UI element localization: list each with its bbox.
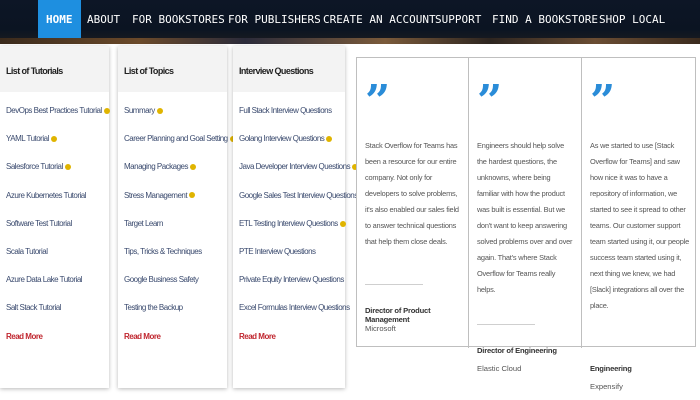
- interview-questions-menu: Interview Questions Full Stack Interview…: [233, 46, 366, 388]
- menu-link[interactable]: Managing Packages: [124, 162, 227, 190]
- badge-icon: [339, 220, 346, 227]
- badge-icon: [50, 136, 57, 143]
- menu-title: Interview Questions: [233, 46, 345, 92]
- read-more-link[interactable]: Read More: [124, 332, 227, 360]
- testimonial-card: ” Stack Overflow for Teams has been a re…: [357, 58, 469, 348]
- menu-link[interactable]: Google Sales Test Interview Questions: [239, 191, 366, 219]
- badge-icon: [190, 164, 196, 171]
- menu-link[interactable]: Testing the Backup: [124, 303, 227, 331]
- menu-link[interactable]: Salesforce Tutorial: [6, 162, 109, 190]
- menu-link[interactable]: Scala Tutorial: [6, 247, 109, 275]
- quote-icon: ”: [477, 76, 503, 127]
- badge-icon: [156, 107, 163, 114]
- testimonial-role: Engineering: [590, 364, 632, 373]
- menu-link[interactable]: PTE Interview Questions: [239, 247, 345, 275]
- nav-about[interactable]: ABOUT: [87, 0, 120, 40]
- badge-icon: [64, 164, 71, 171]
- nav-home[interactable]: HOME: [38, 0, 81, 40]
- testimonial-company: Microsoft: [365, 324, 396, 333]
- nav-support[interactable]: SUPPORT: [435, 0, 481, 40]
- menu-title: List of Tutorials: [0, 46, 109, 92]
- testimonial-company: Expensify: [590, 382, 623, 391]
- menu-link[interactable]: YAML Tutorial: [6, 134, 109, 162]
- menu-link[interactable]: Azure Kubernetes Tutorial: [6, 191, 109, 219]
- quote-icon: ”: [590, 76, 616, 127]
- top-navigation-bar: HOME ABOUT FOR BOOKSTORES FOR PUBLISHERS…: [0, 0, 700, 44]
- menu-link[interactable]: Summary: [124, 106, 227, 134]
- testimonial-quote: As we started to use [Stack Overflow for…: [590, 141, 689, 310]
- nav-for-publishers[interactable]: FOR PUBLISHERS: [228, 0, 321, 40]
- nav-create-account[interactable]: CREATE AN ACCOUNT: [323, 0, 436, 40]
- testimonial-quote: Engineers should help solve the hardest …: [477, 141, 573, 294]
- testimonial-company: Elastic Cloud: [477, 364, 522, 373]
- quote-icon: ”: [365, 76, 391, 127]
- testimonial-role: Director of Engineering: [477, 346, 557, 355]
- read-more-link[interactable]: Read More: [239, 332, 345, 360]
- testimonials-panel: ” Stack Overflow for Teams has been a re…: [356, 57, 696, 392]
- menu-link[interactable]: Career Planning and Goal Setting: [124, 134, 236, 162]
- menu-link[interactable]: Salt Stack Tutorial: [6, 303, 109, 331]
- menu-link[interactable]: Azure Data Lake Tutorial: [6, 275, 109, 303]
- menu-link[interactable]: ETL Testing Interview Questions: [239, 219, 346, 247]
- menu-link[interactable]: Stress Management: [124, 191, 227, 219]
- badge-icon: [189, 192, 196, 199]
- divider: [477, 324, 535, 325]
- testimonial-card: ” Engineers should help solve the hardes…: [469, 58, 582, 373]
- menu-link[interactable]: DevOps Best Practices Tutorial: [6, 106, 110, 134]
- header-image-strip: [0, 38, 700, 44]
- menu-link[interactable]: Software Test Tutorial: [6, 219, 109, 247]
- menu-link[interactable]: Java Developer Interview Questions: [239, 162, 359, 190]
- menu-title: List of Topics: [118, 46, 227, 92]
- nav-for-bookstores[interactable]: FOR BOOKSTORES: [132, 0, 225, 40]
- tutorials-menu: List of Tutorials DevOps Best Practices …: [0, 46, 110, 388]
- menu-link[interactable]: Private Equity Interview Questions: [239, 275, 345, 303]
- testimonial-card: ” As we started to use [Stack Overflow f…: [582, 58, 696, 392]
- testimonial-role: Director of Product Management: [365, 306, 431, 324]
- nav-find-bookstore[interactable]: FIND A BOOKSTORE: [492, 0, 598, 40]
- topics-menu: List of Topics Summary Career Planning a…: [118, 46, 236, 388]
- menu-link[interactable]: Full Stack Interview Questions: [239, 106, 345, 134]
- testimonial-quote: Stack Overflow for Teams has been a reso…: [365, 141, 459, 246]
- menu-link[interactable]: Excel Formulas Interview Questions: [239, 303, 350, 331]
- nav-shop-local[interactable]: SHOP LOCAL: [599, 0, 665, 40]
- menu-link[interactable]: Target Learn: [124, 219, 227, 247]
- menu-link[interactable]: Tips, Tricks & Techniques: [124, 247, 227, 275]
- menu-link[interactable]: Golang Interview Questions: [239, 134, 345, 162]
- badge-icon: [103, 107, 110, 114]
- divider: [365, 284, 423, 285]
- menu-link[interactable]: Google Business Safety: [124, 275, 227, 303]
- badge-icon: [326, 136, 333, 143]
- read-more-link[interactable]: Read More: [6, 332, 109, 360]
